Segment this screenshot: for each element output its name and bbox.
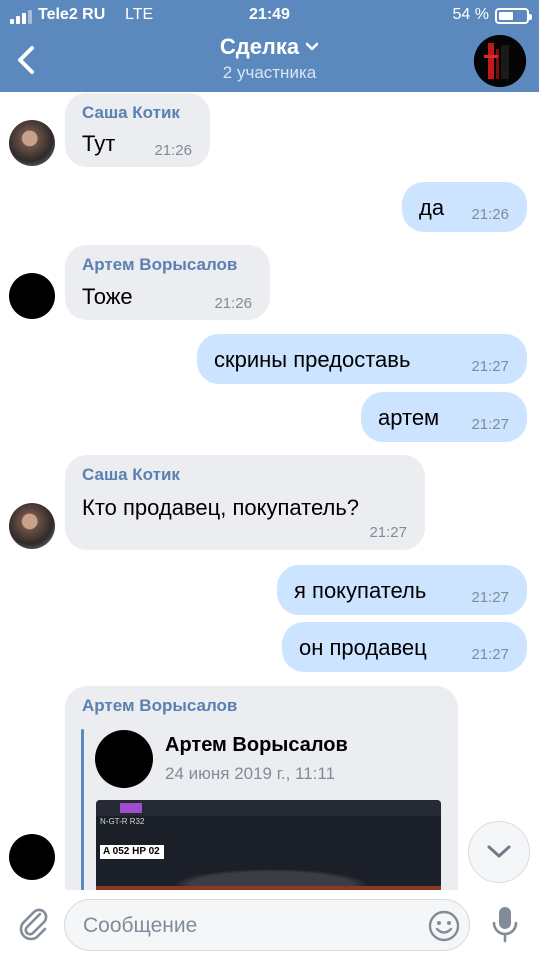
message-text: Тут [82, 131, 116, 156]
chat-avatar[interactable] [474, 35, 526, 87]
emoji-button[interactable] [427, 909, 461, 943]
message-bubble[interactable]: Саша Котик Тут 21:26 [65, 93, 210, 167]
paperclip-icon [19, 908, 48, 941]
message-text: да [419, 195, 445, 220]
post-author-avatar[interactable] [95, 730, 153, 788]
chat-header: Tele2 RU LTE 21:49 54 % Сделка 2 участни… [0, 0, 539, 92]
microphone-icon [492, 907, 518, 943]
message-sender[interactable]: Саша Котик [82, 103, 180, 123]
sender-avatar[interactable] [9, 834, 55, 880]
game-car-model: N-GT-R R32 [100, 817, 145, 826]
post-image[interactable]: N-GT-R R32 A 052 HP 02 [96, 800, 441, 896]
message-text: я покупатель [294, 578, 427, 603]
message-time: 21:27 [471, 589, 509, 606]
sender-avatar[interactable] [9, 120, 55, 166]
forward-indicator [81, 729, 84, 899]
message-time: 21:27 [471, 358, 509, 375]
attach-button[interactable] [14, 904, 52, 942]
message-sender[interactable]: Артем Ворысалов [82, 255, 237, 275]
message-bubble[interactable]: да 21:26 [402, 182, 527, 232]
message-time: 21:26 [471, 206, 509, 223]
message-bubble[interactable]: скрины предоставь 21:27 [197, 334, 527, 384]
message-bubble[interactable]: Саша Котик Кто продавец, покупатель? 21:… [65, 455, 425, 550]
message-input[interactable]: Сообщение [64, 899, 470, 951]
back-arrow-icon [18, 46, 34, 74]
message-sender[interactable]: Артем Ворысалов [82, 696, 237, 716]
message-input-placeholder: Сообщение [83, 914, 198, 937]
message-text: скрины предоставь [214, 347, 411, 372]
message-text: артем [378, 405, 440, 430]
scroll-down-button[interactable] [468, 821, 530, 883]
message-time: 21:27 [471, 416, 509, 433]
post-author[interactable]: Артем Ворысалов [165, 734, 348, 757]
chat-title[interactable]: Сделка [220, 34, 319, 60]
message-time: 21:26 [214, 295, 252, 312]
message-sender[interactable]: Саша Котик [82, 465, 180, 485]
message-composer: Сообщение [0, 890, 539, 960]
voice-message-button[interactable] [488, 904, 522, 944]
battery-percent: 54 % [452, 6, 489, 23]
forwarded-message-bubble[interactable]: Артем Ворысалов Артем Ворысалов 24 июня … [65, 686, 458, 916]
message-bubble[interactable]: он продавец 21:27 [282, 622, 527, 672]
back-button[interactable] [10, 40, 46, 80]
chevron-down-icon [305, 42, 319, 51]
sender-avatar[interactable] [9, 503, 55, 549]
emoji-icon [428, 910, 460, 942]
message-text: Кто продавец, покупатель? [82, 495, 360, 520]
status-bar: Tele2 RU LTE 21:49 54 % [0, 0, 539, 30]
sender-avatar[interactable] [9, 273, 55, 319]
chat-title-text: Сделка [219, 34, 300, 59]
message-time: 21:27 [369, 524, 407, 541]
message-time: 21:26 [154, 142, 192, 159]
message-bubble[interactable]: артем 21:27 [361, 392, 527, 442]
message-time: 21:27 [471, 646, 509, 663]
game-hud [96, 800, 441, 815]
message-bubble[interactable]: Артем Ворысалов Тоже 21:26 [65, 245, 270, 320]
message-text: Тоже [82, 284, 133, 309]
message-bubble[interactable]: я покупатель 21:27 [277, 565, 527, 615]
chat-subtitle: 2 участника [222, 63, 317, 82]
post-date: 24 июня 2019 г., 11:11 [165, 764, 336, 783]
chat-screen: Tele2 RU LTE 21:49 54 % Сделка 2 участни… [0, 0, 539, 960]
message-text: он продавец [299, 635, 427, 660]
chat-title-area[interactable]: Сделка 2 участника [120, 34, 419, 83]
chat-avatar-image [474, 35, 526, 87]
scroll-down-icon [487, 845, 511, 858]
battery-icon [495, 8, 532, 24]
game-license-plate: A 052 HP 02 [100, 845, 164, 859]
